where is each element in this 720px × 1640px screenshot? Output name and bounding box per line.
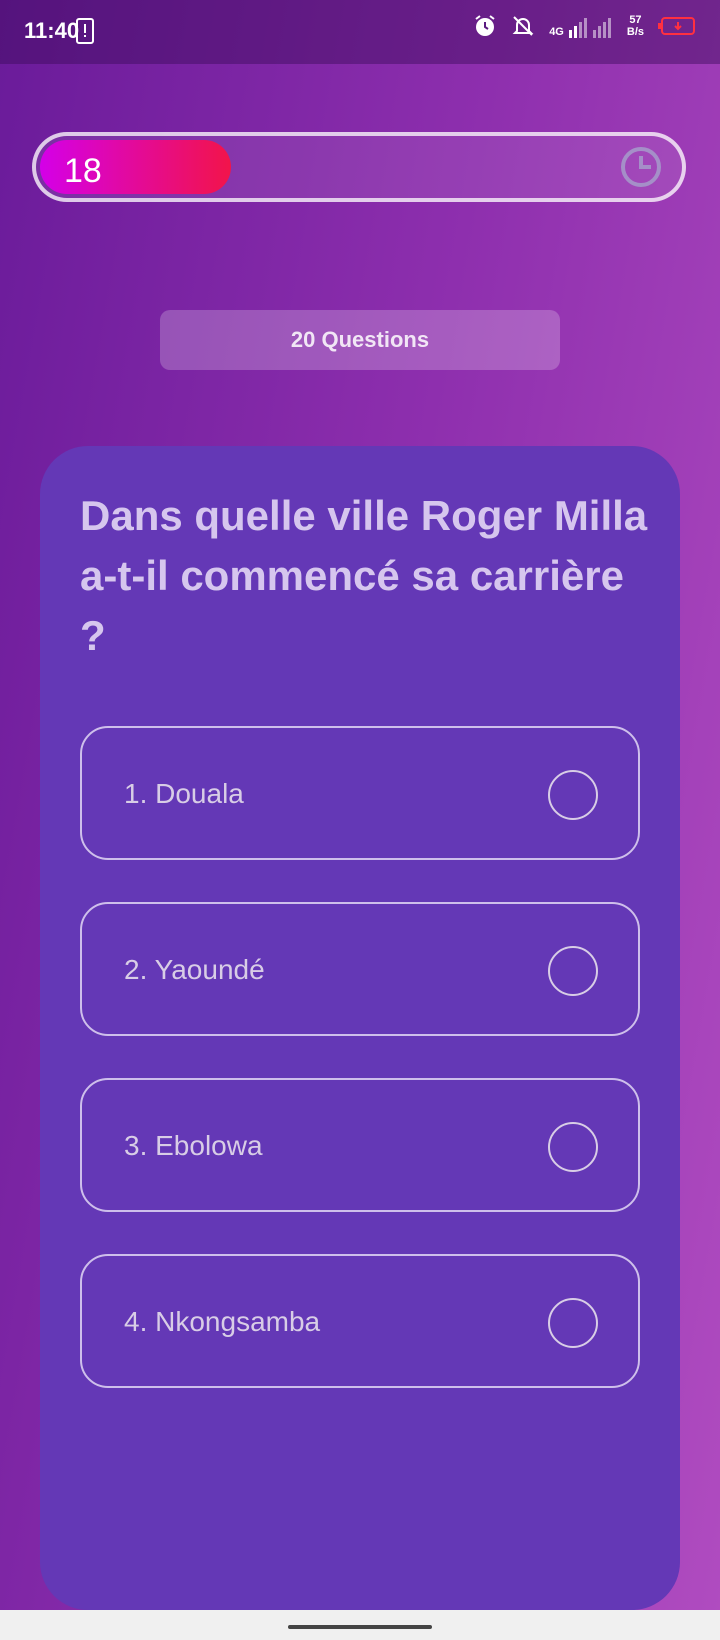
network-speed: 57 B/s bbox=[627, 14, 644, 38]
timer-progress-fill: 18 bbox=[40, 140, 231, 194]
speed-unit: B/s bbox=[626, 26, 644, 38]
questions-count-badge: 20 Questions bbox=[160, 310, 560, 370]
status-icons: 4G 57 B/s bbox=[473, 14, 696, 38]
navigation-bar bbox=[0, 1610, 720, 1640]
alarm-icon bbox=[473, 14, 497, 38]
radio-circle-icon bbox=[548, 1298, 598, 1348]
answer-option-label: 2. Yaoundé bbox=[124, 954, 265, 985]
answer-option-label: 3. Ebolowa bbox=[124, 1130, 263, 1161]
battery-icon bbox=[658, 16, 696, 36]
radio-circle-icon bbox=[548, 1122, 598, 1172]
question-card: Dans quelle ville Roger Milla a-t-il com… bbox=[40, 446, 680, 1610]
radio-circle-icon bbox=[548, 770, 598, 820]
answer-option-label: 1. Douala bbox=[124, 778, 244, 809]
timer-seconds: 18 bbox=[64, 152, 102, 190]
clock-icon bbox=[620, 146, 662, 193]
radio-circle-icon bbox=[548, 946, 598, 996]
alert-phone-icon bbox=[76, 18, 94, 49]
mute-icon bbox=[511, 14, 535, 38]
countdown-timer-bar: 18 bbox=[32, 132, 686, 202]
question-text: Dans quelle ville Roger Milla a-t-il com… bbox=[80, 492, 648, 659]
network-type: 4G bbox=[549, 26, 564, 38]
answer-option-1[interactable]: 1. Douala bbox=[80, 726, 640, 860]
status-time: 11:40 bbox=[24, 18, 80, 43]
answer-option-3[interactable]: 3. Ebolowa bbox=[80, 1078, 640, 1212]
speed-value: 57 bbox=[629, 14, 642, 26]
home-indicator[interactable] bbox=[288, 1625, 432, 1629]
answer-option-label: 4. Nkongsamba bbox=[124, 1306, 321, 1337]
signal-icon: 4G bbox=[549, 14, 613, 38]
answer-option-2[interactable]: 2. Yaoundé bbox=[80, 902, 640, 1036]
answer-option-4[interactable]: 4. Nkongsamba bbox=[80, 1254, 640, 1388]
status-bar: 11:40 4G 57 B/s bbox=[0, 0, 720, 64]
